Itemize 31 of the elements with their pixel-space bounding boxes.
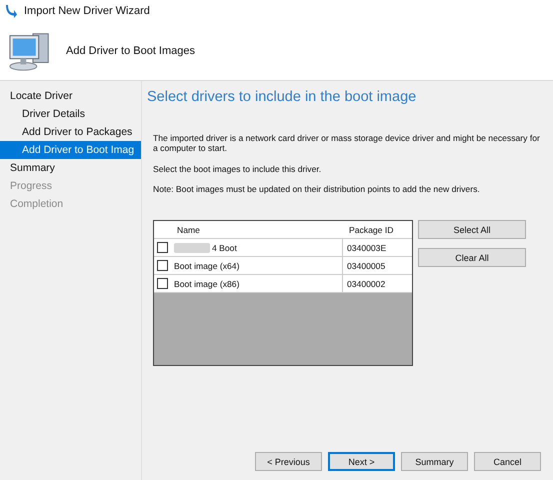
column-header: Package ID — [348, 224, 394, 237]
wizard-button[interactable]: < Previous — [255, 452, 322, 471]
page-title: Add Driver to Boot Images — [66, 45, 196, 57]
wizard-button[interactable]: Summary — [401, 452, 468, 471]
table-cell-text: 0340003E — [346, 242, 388, 255]
list-button[interactable]: Select All — [418, 220, 526, 240]
list-button[interactable]: Clear All — [418, 248, 526, 268]
step-item: Completion — [9, 197, 64, 212]
wizard-button[interactable]: Next > — [328, 452, 395, 471]
table-cell-text: 03400005 — [346, 260, 386, 273]
section-heading: Select drivers to include in the boot image — [147, 89, 418, 105]
checkbox[interactable] — [157, 278, 168, 290]
step-item: Summary — [9, 161, 56, 176]
instruction-text: Select the boot images to include this driver. — [153, 164, 322, 174]
table-cell: Boot image (x86) — [174, 278, 240, 289]
step-item: Progress — [9, 179, 54, 194]
wizard-arrow-icon — [6, 4, 18, 18]
wizard-button[interactable]: Cancel — [474, 452, 541, 471]
step-item: Locate Driver — [9, 89, 74, 104]
step-item: Add Driver to Packages — [21, 125, 134, 140]
column-header: Name — [176, 224, 201, 237]
instruction-text: The imported driver is a network card driver or mass storage device driver and might be necessary for a computer to start. — [153, 133, 541, 154]
step-item: Add Driver to Boot Imag — [0, 141, 141, 159]
checkbox[interactable] — [157, 260, 168, 272]
checkbox[interactable] — [157, 242, 168, 254]
window-title: Import New Driver Wizard — [24, 5, 150, 17]
table-cell: 4 Boot — [212, 242, 237, 253]
step-item: Driver Details — [21, 107, 86, 122]
instruction-text: Note: Boot images must be updated on their distribution points to add the new drivers. — [153, 184, 481, 194]
table-cell-text: 03400002 — [346, 278, 386, 291]
table-cell: Boot image (x64) — [174, 260, 240, 271]
